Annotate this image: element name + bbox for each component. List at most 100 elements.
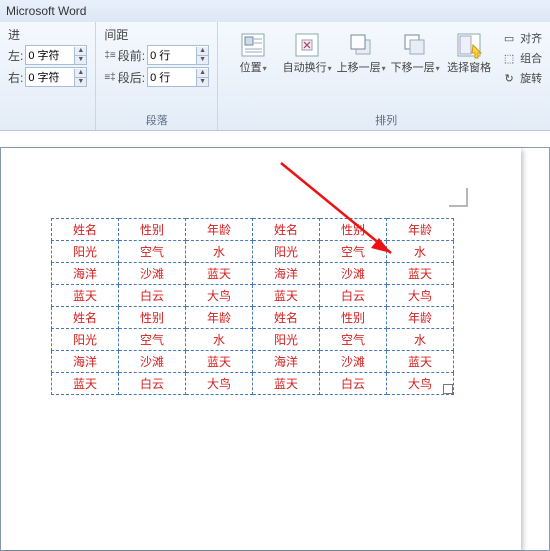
indent-right-input[interactable] [26,69,74,85]
table-cell[interactable]: 沙滩 [119,351,186,373]
table-cell[interactable]: 白云 [320,373,387,395]
app-title: Microsoft Word [6,4,86,18]
table-cell[interactable]: 阳光 [52,241,119,263]
rotate-button[interactable]: ↻旋转 [502,70,542,86]
table-cell[interactable]: 阳光 [253,241,320,263]
table-row[interactable]: 海洋沙滩蓝天海洋沙滩蓝天 [52,263,454,285]
selection-pane-button[interactable]: 选择窗格 [442,26,496,76]
indent-left-label: 左: [8,47,23,64]
table-cell[interactable]: 性别 [320,307,387,329]
spacing-after-input[interactable] [148,69,196,85]
table-cell[interactable]: 蓝天 [52,285,119,307]
table-cell[interactable]: 年龄 [387,219,454,241]
spacing-before-input[interactable] [148,47,196,63]
bring-forward-icon [345,29,377,61]
document-area: 姓名性别年龄姓名性别年龄阳光空气水阳光空气水海洋沙滩蓝天海洋沙滩蓝天蓝天白云大鸟… [0,147,550,551]
group-icon: ⬚ [502,51,516,65]
position-button[interactable]: 位置▾ [226,26,280,76]
title-bar: Microsoft Word [0,0,550,22]
indent-group: 进 左: ▲▼ 右: ▲▼ [0,22,96,130]
word-table[interactable]: 姓名性别年龄姓名性别年龄阳光空气水阳光空气水海洋沙滩蓝天海洋沙滩蓝天蓝天白云大鸟… [51,218,454,395]
send-backward-label: 下移一层 [391,62,435,74]
align-button[interactable]: ▭对齐 [502,30,542,46]
spin-up-icon[interactable]: ▲ [74,69,86,78]
send-backward-icon [399,29,431,61]
table-cell[interactable]: 性别 [119,219,186,241]
table-cell[interactable]: 蓝天 [387,351,454,373]
table-cell[interactable]: 沙滩 [320,263,387,285]
table-cell[interactable]: 年龄 [186,307,253,329]
table-cell[interactable]: 年龄 [186,219,253,241]
rotate-icon: ↻ [502,71,516,85]
indent-right-spinner[interactable]: ▲▼ [25,67,87,87]
table-cell[interactable]: 蓝天 [186,351,253,373]
table-cell[interactable]: 沙滩 [119,263,186,285]
spin-up-icon[interactable]: ▲ [196,47,208,56]
table-cell[interactable]: 水 [186,329,253,351]
spin-down-icon[interactable]: ▼ [74,78,86,86]
table-cell[interactable]: 大鸟 [186,373,253,395]
table-cell[interactable]: 白云 [320,285,387,307]
align-label: 对齐 [520,30,542,46]
table-row[interactable]: 姓名性别年龄姓名性别年龄 [52,307,454,329]
table-cell[interactable]: 空气 [320,241,387,263]
table-row[interactable]: 蓝天白云大鸟蓝天白云大鸟 [52,285,454,307]
table-cell[interactable]: 性别 [119,307,186,329]
spin-up-icon[interactable]: ▲ [196,69,208,78]
table-cell[interactable]: 大鸟 [186,285,253,307]
table-cell[interactable]: 年龄 [387,307,454,329]
table-cell[interactable]: 海洋 [52,351,119,373]
table-cell[interactable]: 姓名 [253,307,320,329]
table-cell[interactable]: 蓝天 [186,263,253,285]
table-cell[interactable]: 海洋 [253,351,320,373]
table-cell[interactable]: 性别 [320,219,387,241]
indent-left-spinner[interactable]: ▲▼ [25,45,87,65]
selection-pane-label: 选择窗格 [447,62,491,75]
spacing-before-spinner[interactable]: ▲▼ [147,45,209,65]
wrap-text-label: 自动换行 [283,62,327,74]
ribbon: 进 左: ▲▼ 右: ▲▼ 间距 ‡≡ 段前: [0,22,550,131]
spin-down-icon[interactable]: ▼ [74,56,86,64]
wrap-text-button[interactable]: 自动换行▾ [280,26,334,76]
table-cell[interactable]: 白云 [119,373,186,395]
spacing-after-spinner[interactable]: ▲▼ [147,67,209,87]
spin-down-icon[interactable]: ▼ [196,78,208,86]
bring-forward-button[interactable]: 上移一层▾ [334,26,388,76]
group-button[interactable]: ⬚组合 [502,50,542,66]
table-cell[interactable]: 空气 [320,329,387,351]
table-cell[interactable]: 姓名 [52,219,119,241]
spin-up-icon[interactable]: ▲ [74,47,86,56]
position-icon [237,29,269,61]
table-cell[interactable]: 水 [387,329,454,351]
table-cell[interactable]: 空气 [119,241,186,263]
send-backward-button[interactable]: 下移一层▾ [388,26,442,76]
indent-left-input[interactable] [26,47,74,63]
table-cell[interactable]: 白云 [119,285,186,307]
table-row[interactable]: 阳光空气水阳光空气水 [52,329,454,351]
table-cell[interactable]: 海洋 [253,263,320,285]
table-cell[interactable]: 蓝天 [253,373,320,395]
table-row[interactable]: 蓝天白云大鸟蓝天白云大鸟 [52,373,454,395]
table-cell[interactable]: 大鸟 [387,285,454,307]
table-cell[interactable]: 阳光 [253,329,320,351]
table-cell[interactable]: 蓝天 [387,263,454,285]
table-resize-handle[interactable] [443,384,453,394]
chevron-down-icon: ▾ [263,64,267,73]
table-cell[interactable]: 沙滩 [320,351,387,373]
table-cell[interactable]: 海洋 [52,263,119,285]
table-cell[interactable]: 水 [186,241,253,263]
page[interactable]: 姓名性别年龄姓名性别年龄阳光空气水阳光空气水海洋沙滩蓝天海洋沙滩蓝天蓝天白云大鸟… [1,148,521,550]
indent-right-label: 右: [8,69,23,86]
selection-pane-icon [453,29,485,61]
table-row[interactable]: 姓名性别年龄姓名性别年龄 [52,219,454,241]
table-cell[interactable]: 阳光 [52,329,119,351]
table-row[interactable]: 海洋沙滩蓝天海洋沙滩蓝天 [52,351,454,373]
table-row[interactable]: 阳光空气水阳光空气水 [52,241,454,263]
table-cell[interactable]: 蓝天 [253,285,320,307]
spin-down-icon[interactable]: ▼ [196,56,208,64]
table-cell[interactable]: 水 [387,241,454,263]
table-cell[interactable]: 姓名 [253,219,320,241]
table-cell[interactable]: 空气 [119,329,186,351]
table-cell[interactable]: 蓝天 [52,373,119,395]
table-cell[interactable]: 姓名 [52,307,119,329]
